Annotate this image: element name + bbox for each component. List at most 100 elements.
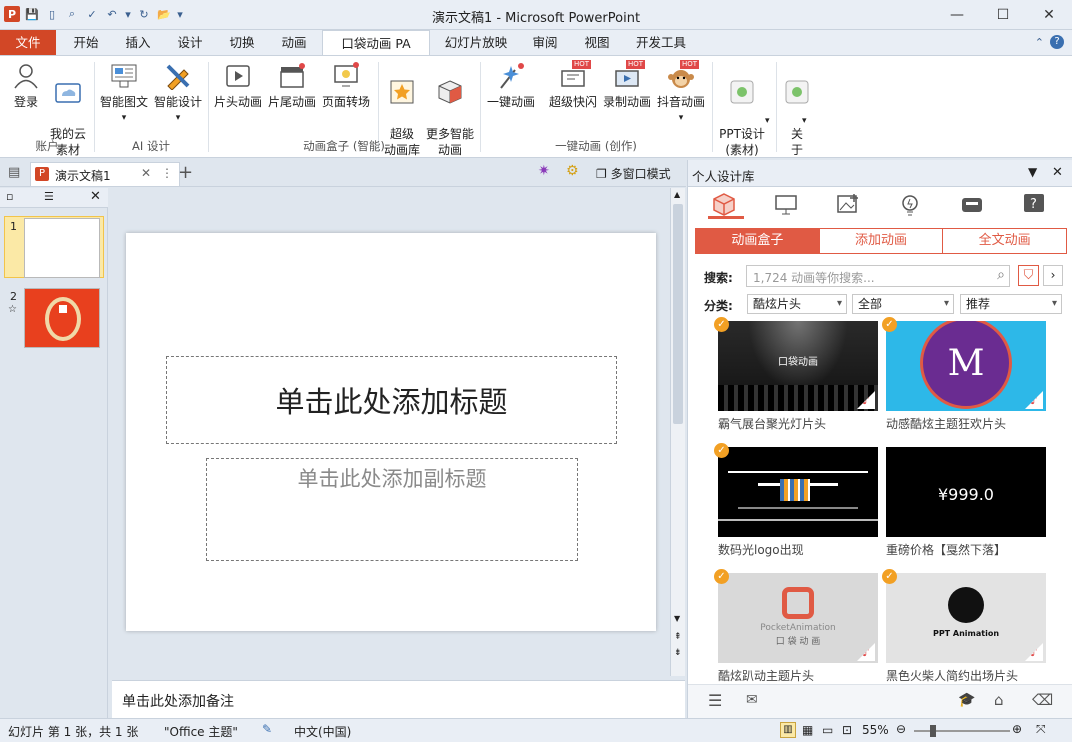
- smart-text-button[interactable]: 智能图文 ▾: [98, 60, 150, 126]
- smart-design-button[interactable]: 智能设计 ▾: [152, 60, 204, 126]
- page-transition-button[interactable]: 页面转场: [318, 60, 374, 110]
- title-placeholder[interactable]: 单击此处添加标题: [166, 356, 617, 444]
- zoom-level[interactable]: 55%: [862, 723, 889, 737]
- prev-slide-icon[interactable]: ⇞: [674, 632, 682, 642]
- collapse-ribbon-icon[interactable]: ⌃: [1035, 36, 1044, 49]
- outro-animation-button[interactable]: 片尾动画: [266, 60, 318, 110]
- filter-icon[interactable]: ⛉: [1018, 265, 1039, 286]
- graduation-cap-icon[interactable]: 🎓: [958, 692, 975, 708]
- document-tab[interactable]: P 演示文稿1 ✕ ⋮: [30, 162, 180, 186]
- notes-pane[interactable]: 单击此处添加备注: [112, 680, 685, 718]
- normal-view-icon[interactable]: ▥: [780, 722, 796, 738]
- animation-card[interactable]: ✓ PPT Animation ♪ 黑色火柴人简约出场片头: [882, 569, 1046, 684]
- panel-close-icon[interactable]: ✕: [1052, 165, 1063, 180]
- tab-design[interactable]: 设计: [166, 30, 214, 55]
- toolbox-icon[interactable]: [960, 192, 984, 219]
- slide-thumbnail-2[interactable]: [24, 288, 100, 348]
- more-smart-animation-button[interactable]: 更多智能 动画: [424, 60, 476, 174]
- maximize-button[interactable]: ☐: [980, 0, 1026, 30]
- close-pane-icon[interactable]: ✕: [90, 189, 101, 204]
- vertical-scrollbar[interactable]: ▲ ▼ ⇞ ⇟: [670, 188, 685, 676]
- subtab-add-animation[interactable]: 添加动画: [818, 229, 943, 253]
- more-icon[interactable]: ⋮: [161, 166, 173, 180]
- help-icon[interactable]: ?: [1050, 35, 1064, 49]
- presentation-icon[interactable]: [774, 192, 798, 219]
- theme-status[interactable]: "Office 主题": [164, 723, 238, 740]
- dropdown-arrow-icon[interactable]: ▾: [802, 116, 807, 126]
- ppt-design-button[interactable]: PPT设计 (素材): [716, 60, 768, 174]
- super-flash-button[interactable]: HOT 超级快闪: [546, 60, 600, 110]
- reading-view-icon[interactable]: ▭: [822, 723, 833, 737]
- login-button[interactable]: 登录: [8, 60, 44, 110]
- animation-card[interactable]: ✓ 口袋动画 ♪ 霸气展台聚光灯片头: [714, 317, 878, 432]
- tab-transitions[interactable]: 切换: [218, 30, 266, 55]
- outline-tab-icon[interactable]: ☰: [44, 190, 54, 203]
- tab-slideshow[interactable]: 幻灯片放映: [436, 30, 516, 55]
- chevron-right-icon[interactable]: ›: [1043, 265, 1063, 286]
- subtab-animation-box[interactable]: 动画盒子: [696, 229, 819, 253]
- tab-insert[interactable]: 插入: [114, 30, 162, 55]
- film-icon: HOT: [611, 60, 645, 92]
- tab-animations[interactable]: 动画: [270, 30, 318, 55]
- sparkle-icon[interactable]: ✷: [538, 163, 550, 179]
- language-status[interactable]: 中文(中国): [294, 723, 351, 740]
- intro-animation-button[interactable]: 片头动画: [212, 60, 264, 110]
- menu-icon[interactable]: ☰: [708, 691, 722, 710]
- scroll-up-icon[interactable]: ▲: [674, 190, 680, 199]
- minimize-button[interactable]: —: [934, 0, 980, 30]
- cloud-material-button[interactable]: 我的云 素材: [46, 60, 90, 174]
- category-select[interactable]: 酷炫片头: [747, 294, 847, 314]
- close-button[interactable]: ✕: [1026, 0, 1072, 30]
- check-badge-icon: ✓: [882, 317, 897, 332]
- zoom-out-icon[interactable]: ⊖: [896, 722, 906, 736]
- spellcheck-icon[interactable]: ✎: [262, 722, 272, 736]
- animation-card[interactable]: ✓ 数码光logo出现: [714, 443, 878, 558]
- tab-view[interactable]: 视图: [574, 30, 620, 55]
- new-tab-icon[interactable]: +: [178, 162, 193, 183]
- tab-review[interactable]: 审阅: [522, 30, 568, 55]
- one-click-animation-button[interactable]: 一键动画: [484, 60, 538, 110]
- animation-card[interactable]: ¥999.0 重磅价格【戛然下落】: [886, 447, 1046, 558]
- subtab-full-text-animation[interactable]: 全文动画: [942, 229, 1066, 253]
- doc-list-icon[interactable]: ▤: [8, 165, 20, 180]
- tab-file[interactable]: 文件: [0, 30, 56, 55]
- scroll-thumb[interactable]: [673, 204, 683, 424]
- scroll-down-icon[interactable]: ▼: [674, 614, 680, 623]
- close-tab-icon[interactable]: ✕: [141, 166, 151, 180]
- super-animation-lib-button[interactable]: 超级 动画库: [380, 60, 424, 174]
- panel-dropdown-icon[interactable]: ▼: [1028, 165, 1037, 179]
- help-dialog-icon[interactable]: ?: [1022, 192, 1046, 219]
- filter-select[interactable]: 全部: [852, 294, 954, 314]
- fit-window-icon[interactable]: ⤧: [1036, 722, 1046, 737]
- zoom-in-icon[interactable]: ⊕: [1012, 722, 1022, 736]
- sort-select[interactable]: 推荐: [960, 294, 1062, 314]
- slide-sorter-icon[interactable]: ▦: [802, 723, 813, 737]
- douyin-animation-button[interactable]: HOT 抖音动画 ▾: [654, 60, 708, 126]
- home-icon[interactable]: ⌂: [994, 691, 1004, 709]
- animation-card[interactable]: ✓ M ♪ 动感酷炫主题狂欢片头: [882, 317, 1046, 432]
- slideshow-icon[interactable]: ⊡: [842, 723, 852, 737]
- next-slide-icon[interactable]: ⇟: [674, 648, 682, 658]
- tab-pocket-animation[interactable]: 口袋动画 PA: [322, 30, 430, 56]
- tab-developer[interactable]: 开发工具: [626, 30, 696, 55]
- slides-tab-icon[interactable]: ▫: [6, 190, 13, 203]
- lightbulb-icon[interactable]: [898, 192, 922, 219]
- subtitle-placeholder[interactable]: 单击此处添加副标题: [206, 458, 578, 561]
- record-animation-button[interactable]: HOT 录制动画: [600, 60, 654, 110]
- mail-icon[interactable]: ✉: [746, 692, 758, 708]
- search-icon[interactable]: ⌕: [997, 267, 1005, 283]
- slide-canvas[interactable]: 单击此处添加标题 单击此处添加副标题: [126, 233, 656, 631]
- multi-window-button[interactable]: ❐ 多窗口模式: [596, 165, 671, 182]
- add-image-icon[interactable]: [836, 192, 860, 219]
- search-input[interactable]: 1,724 动画等你搜索... ⌕: [746, 265, 1010, 287]
- tab-home[interactable]: 开始: [62, 30, 110, 55]
- about-button[interactable]: 关 于: [780, 60, 814, 174]
- animation-card[interactable]: ✓ PocketAnimation 口 袋 动 画 ♪ 酷炫趴动主题片头: [714, 569, 878, 684]
- slide-thumbnail-1[interactable]: [24, 218, 100, 278]
- zoom-slider-handle[interactable]: [930, 725, 936, 737]
- gear-icon[interactable]: ⚙: [566, 163, 579, 179]
- clear-icon[interactable]: ⌫: [1032, 691, 1053, 709]
- box-icon[interactable]: [712, 192, 736, 219]
- dropdown-arrow-icon[interactable]: ▾: [765, 116, 770, 126]
- zoom-slider[interactable]: [914, 730, 1010, 732]
